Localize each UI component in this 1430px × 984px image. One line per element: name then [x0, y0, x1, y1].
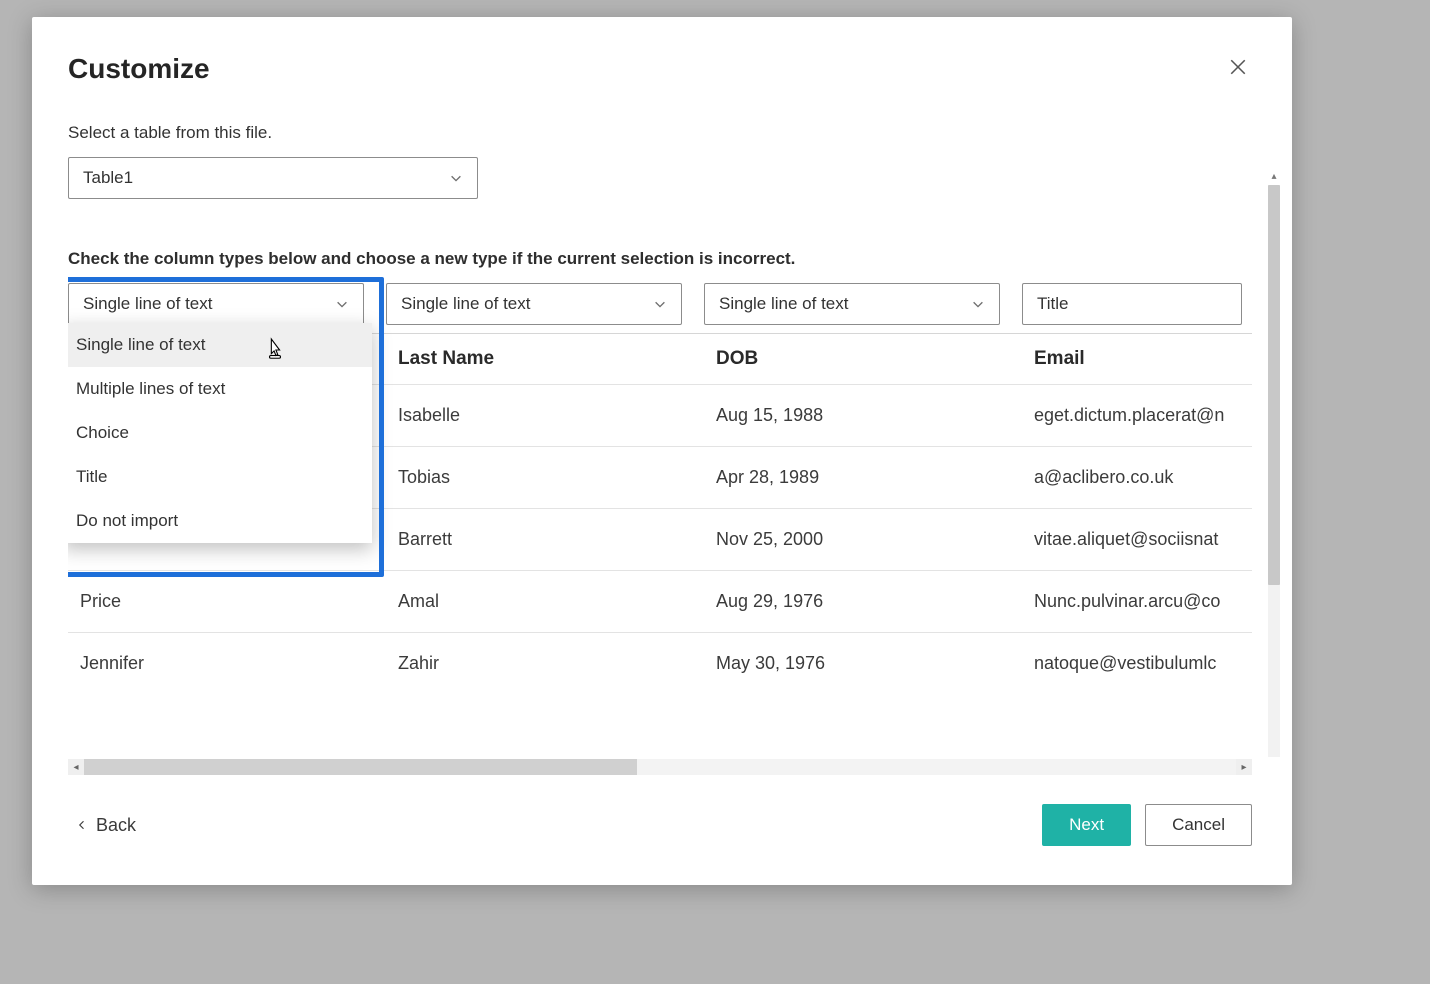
scroll-right-icon[interactable]: ▸	[1236, 759, 1252, 775]
chevron-down-icon	[335, 297, 349, 311]
type-select-3-value: Title	[1037, 294, 1069, 314]
type-selector-row: Single line of text Single line of text …	[68, 283, 1252, 325]
scroll-up-icon[interactable]: ▴	[1268, 171, 1280, 183]
cell: Price	[68, 571, 386, 632]
cell: May 30, 1976	[704, 633, 1022, 694]
cell: Zahir	[386, 633, 704, 694]
close-button[interactable]	[1224, 53, 1252, 81]
dropdown-option-choice[interactable]: Choice	[68, 411, 372, 455]
type-select-0-wrap: Single line of text Single line of text …	[68, 283, 364, 325]
type-select-0-dropdown: Single line of text Multiple lines of te…	[68, 323, 372, 543]
cell: vitae.aliquet@sociisnat	[1022, 509, 1252, 570]
table-row: Jennifer Zahir May 30, 1976 natoque@vest…	[68, 633, 1252, 694]
table-row: Price Amal Aug 29, 1976 Nunc.pulvinar.ar…	[68, 571, 1252, 633]
scroll-track[interactable]	[84, 759, 1236, 775]
table-select[interactable]: Table1	[68, 157, 478, 199]
type-select-3[interactable]: Title	[1022, 283, 1242, 325]
customize-dialog: Customize Select a table from this file.…	[32, 17, 1292, 885]
cell: Apr 28, 1989	[704, 447, 1022, 508]
chevron-down-icon	[653, 297, 667, 311]
next-label: Next	[1069, 815, 1104, 835]
back-button[interactable]: Back	[76, 815, 136, 836]
dialog-footer: Back Next Cancel	[32, 797, 1292, 885]
back-label: Back	[96, 815, 136, 836]
dropdown-option-title[interactable]: Title	[68, 455, 372, 499]
dropdown-option-do-not-import[interactable]: Do not import	[68, 499, 372, 543]
chevron-left-icon	[76, 819, 88, 831]
cancel-label: Cancel	[1172, 815, 1225, 835]
type-select-0-value: Single line of text	[83, 294, 212, 314]
cancel-button[interactable]: Cancel	[1145, 804, 1252, 846]
dialog-header: Customize	[32, 17, 1292, 85]
cell: Nov 25, 2000	[704, 509, 1022, 570]
close-icon	[1229, 58, 1247, 76]
next-button[interactable]: Next	[1042, 804, 1131, 846]
cell: Barrett	[386, 509, 704, 570]
dropdown-option-multiple-lines[interactable]: Multiple lines of text	[68, 367, 372, 411]
cell: natoque@vestibulumlc	[1022, 633, 1252, 694]
cell: Aug 29, 1976	[704, 571, 1022, 632]
cell: eget.dictum.placerat@n	[1022, 385, 1252, 446]
dialog-body: Select a table from this file. Table1 Ch…	[32, 85, 1292, 797]
table-select-label: Select a table from this file.	[68, 123, 1252, 143]
type-select-2[interactable]: Single line of text	[704, 283, 1000, 325]
col-header-3: Email	[1022, 334, 1252, 384]
cell: Jennifer	[68, 633, 386, 694]
column-type-instruction: Check the column types below and choose …	[68, 249, 1252, 269]
cell: Tobias	[386, 447, 704, 508]
body-scroll[interactable]: Select a table from this file. Table1 Ch…	[68, 85, 1252, 797]
cell: Aug 15, 1988	[704, 385, 1022, 446]
horizontal-scrollbar[interactable]: ◂ ▸	[68, 759, 1252, 775]
chevron-down-icon	[449, 171, 463, 185]
chevron-down-icon	[971, 297, 985, 311]
table-select-value: Table1	[83, 168, 133, 188]
type-select-1-value: Single line of text	[401, 294, 530, 314]
vertical-scrollbar[interactable]: ▴	[1268, 185, 1280, 757]
scroll-thumb[interactable]	[84, 759, 637, 775]
preview-grid: Single line of text Single line of text …	[68, 283, 1252, 694]
cell: Isabelle	[386, 385, 704, 446]
type-select-1[interactable]: Single line of text	[386, 283, 682, 325]
cell: a@aclibero.co.uk	[1022, 447, 1252, 508]
dialog-title: Customize	[68, 53, 210, 85]
type-select-0[interactable]: Single line of text	[68, 283, 364, 325]
dropdown-option-single-line[interactable]: Single line of text	[68, 323, 372, 367]
cell: Amal	[386, 571, 704, 632]
scroll-thumb[interactable]	[1268, 185, 1280, 585]
col-header-1: Last Name	[386, 334, 704, 384]
cell: Nunc.pulvinar.arcu@co	[1022, 571, 1252, 632]
col-header-2: DOB	[704, 334, 1022, 384]
scroll-left-icon[interactable]: ◂	[68, 759, 84, 775]
type-select-2-value: Single line of text	[719, 294, 848, 314]
footer-buttons: Next Cancel	[1042, 804, 1252, 846]
